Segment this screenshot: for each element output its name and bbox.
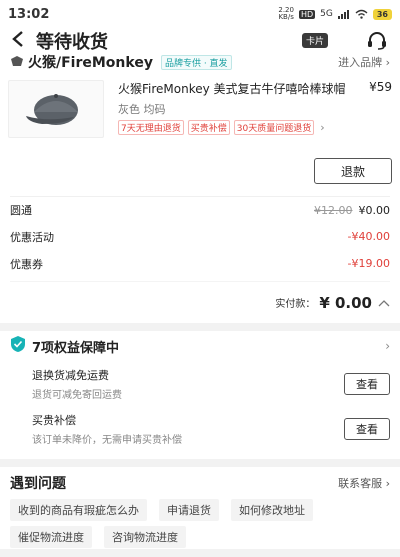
fee-values: -¥19.00 (348, 257, 390, 270)
refund-button[interactable]: 退款 (314, 158, 392, 184)
fee-row-shipping: 圆通 ¥12.00 ¥0.00 (10, 196, 390, 223)
fee-label: 优惠活动 (10, 230, 54, 244)
shield-icon (10, 335, 26, 357)
fee-value: ¥0.00 (358, 203, 391, 217)
product-spec: 灰色 均码 (118, 103, 166, 116)
right-text: 买贵补偿 该订单未降价，无需申请买贵补偿 (32, 412, 344, 446)
paid-row[interactable]: 实付款： ¥ 0.00 (10, 281, 390, 323)
chevron-right-icon[interactable]: › (385, 339, 390, 353)
right-desc: 退货可减免寄回运费 (32, 389, 122, 401)
wifi-icon (355, 9, 368, 19)
product-image[interactable] (8, 80, 104, 138)
product-card: 火猴FireMonkey 美式复古牛仔嘻哈棒球帽 ¥59 灰色 均码 7天无理由… (0, 70, 400, 196)
tag-price-protect: 买贵补偿 (187, 120, 230, 135)
refund-row: 退款 (8, 138, 392, 196)
status-time: 13:02 (8, 6, 50, 22)
card-toggle[interactable]: 卡片 (302, 33, 329, 48)
enter-shop-link[interactable]: 进入品牌 › (338, 54, 390, 70)
contact-service-link[interactable]: 联系客服 › (338, 475, 390, 491)
rights-section: 7项权益保障中 › 退换货减免运费 退货可减免寄回运费 查看 买贵补偿 该订单未… (0, 331, 400, 459)
chevron-up-icon[interactable] (378, 296, 390, 310)
right-name: 买贵补偿 (32, 413, 76, 427)
chip-change-address[interactable]: 如何修改地址 (231, 499, 313, 521)
customer-service-icon[interactable] (366, 31, 388, 55)
problems-section: 遇到问题 联系客服 › 收到的商品有瑕疵怎么办 申请退货 如何修改地址 催促物流… (0, 467, 400, 549)
fee-row-coupon: 优惠券 -¥19.00 (10, 250, 390, 277)
product-title-row: 火猴FireMonkey 美式复古牛仔嘻哈棒球帽 ¥59 (118, 80, 392, 97)
status-bar: 13:02 2.20 KB/s HD 5G 36 (0, 0, 400, 28)
status-icons: 2.20 KB/s HD 5G 36 (278, 7, 392, 21)
rights-title: 7项权益保障中 (32, 340, 120, 356)
fee-value: -¥40.00 (347, 230, 390, 243)
view-button[interactable]: 查看 (344, 372, 390, 395)
right-name: 退换货减免运费 (32, 368, 109, 382)
paid-label: 实付款： (275, 299, 316, 310)
shop-name: 火猴/FireMonkey (28, 55, 153, 70)
chevron-right-icon: › (320, 121, 325, 134)
rights-bottom-spacer (10, 451, 390, 459)
chip-urge-logistics[interactable]: 催促物流进度 (10, 526, 92, 548)
service-tags[interactable]: 7天无理由退货 买贵补偿 30天质量问题退货 › (118, 120, 392, 135)
right-text: 退换货减免运费 退货可减免寄回运费 (32, 367, 344, 401)
problem-chips: 收到的商品有瑕疵怎么办 申请退货 如何修改地址 催促物流进度 咨询物流进度 (10, 499, 390, 548)
view-button[interactable]: 查看 (344, 417, 390, 440)
tag-seven-day-return: 7天无理由退货 (118, 120, 184, 135)
paid-amount: ¥ 0.00 (319, 293, 372, 312)
fee-value: -¥19.00 (347, 257, 390, 270)
hd-badge: HD (298, 9, 316, 19)
section-gap (0, 459, 400, 467)
product-row[interactable]: 火猴FireMonkey 美式复古牛仔嘻哈棒球帽 ¥59 灰色 均码 7天无理由… (8, 80, 392, 138)
net-speed-unit: KB/s (278, 13, 294, 21)
right-item-return-shipping: 退换货减免运费 退货可减免寄回运费 查看 (10, 361, 390, 406)
problems-title: 遇到问题 (10, 476, 66, 492)
signal-label: 5G (320, 9, 333, 19)
page-title: 等待收货 (36, 32, 108, 53)
fee-row-promotion: 优惠活动 -¥40.00 (10, 223, 390, 250)
signal-icon (337, 9, 350, 19)
battery-icon: 36 (372, 8, 392, 20)
back-icon[interactable] (10, 29, 32, 54)
net-speed: 2.20 KB/s (278, 7, 294, 21)
shop-logo-icon (10, 55, 24, 70)
chip-defect[interactable]: 收到的商品有瑕疵怎么办 (10, 499, 147, 521)
shop-row[interactable]: 火猴/FireMonkey 品牌专供 · 直发 进入品牌 › (0, 54, 400, 70)
fee-label: 圆通 (10, 204, 32, 217)
fee-values: -¥40.00 (348, 230, 390, 243)
product-price: ¥59 (369, 80, 392, 94)
right-item-price-protect: 买贵补偿 该订单未降价，无需申请买贵补偿 查看 (10, 406, 390, 451)
chip-request-return[interactable]: 申请退货 (159, 499, 219, 521)
fee-label: 优惠券 (10, 257, 43, 271)
rights-header[interactable]: 7项权益保障中 › (10, 331, 390, 361)
nav-header: 等待收货 卡片 (0, 28, 400, 54)
right-desc: 该订单未降价，无需申请买贵补偿 (32, 434, 182, 446)
section-gap (0, 323, 400, 331)
fee-values: ¥12.00 ¥0.00 (314, 204, 390, 217)
tag-quality-return: 30天质量问题退货 (233, 120, 315, 135)
fees-section: 圆通 ¥12.00 ¥0.00 优惠活动 -¥40.00 优惠券 -¥19.00… (0, 196, 400, 323)
brand-tag: 品牌专供 · 直发 (160, 54, 232, 70)
chip-ask-logistics[interactable]: 咨询物流进度 (104, 526, 186, 548)
fee-original: ¥12.00 (314, 203, 353, 217)
problems-header: 遇到问题 联系客服 › (10, 467, 390, 499)
product-title: 火猴FireMonkey 美式复古牛仔嘻哈棒球帽 (118, 82, 346, 96)
product-info: 火猴FireMonkey 美式复古牛仔嘻哈棒球帽 ¥59 灰色 均码 7天无理由… (118, 80, 392, 138)
